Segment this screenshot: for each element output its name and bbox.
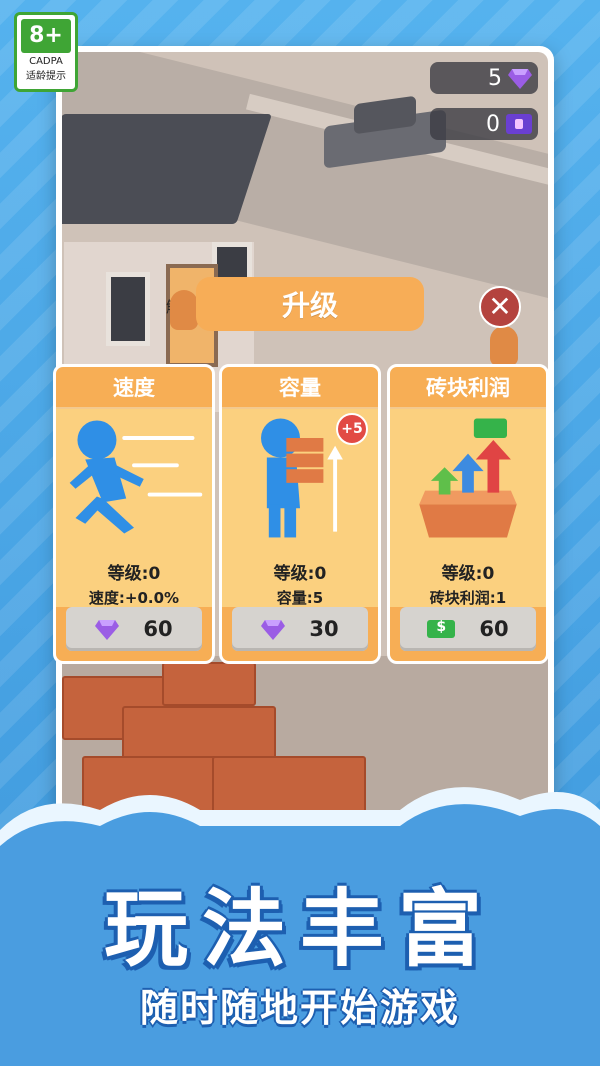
- card-body: 等级:0 速度:+0.0%: [56, 409, 212, 607]
- buy-speed-button[interactable]: 60: [66, 607, 202, 651]
- age-rating: 8+: [21, 19, 71, 53]
- price-label: 60: [479, 617, 509, 641]
- card-body: +5 等级:0 容量:5: [222, 409, 378, 607]
- parked-car: [324, 95, 446, 169]
- card-level: 等级:0: [273, 564, 327, 584]
- brick-profit-icon: [419, 418, 517, 538]
- price-label: 60: [143, 617, 173, 641]
- upgrade-card-capacity: 容量 +5 等级:0 容量:5 30: [219, 364, 381, 664]
- age-rating-org: CADPA: [29, 56, 63, 67]
- card-body: 等级:0 砖块利润:1: [390, 409, 546, 607]
- gem-counter: 5: [430, 62, 538, 94]
- card-level: 等级:0: [441, 564, 495, 584]
- card-stat: 速度:+0.0%: [88, 589, 180, 607]
- close-button[interactable]: ✕: [479, 286, 521, 328]
- upgrade-card-brick-profit: 砖块利润 等级:0 砖块利润:1 60: [387, 364, 549, 664]
- card-stat: 砖块利润:1: [429, 589, 507, 607]
- age-rating-tip: 适龄提示: [26, 71, 66, 82]
- capacity-bonus-badge: +5: [336, 413, 368, 445]
- promo-subline: 随时随地开始游戏: [139, 986, 460, 1030]
- buy-capacity-button[interactable]: 30: [232, 607, 368, 651]
- worker-character: [490, 326, 518, 366]
- age-rating-badge: 8+ CADPA 适龄提示: [14, 12, 78, 92]
- house-window: [106, 272, 150, 346]
- gem-icon: [261, 620, 286, 640]
- gem-count: 5: [488, 65, 502, 91]
- upgrade-card-speed: 速度 等级:0 速度:+0.0% 60: [53, 364, 215, 664]
- card-header: 容量: [222, 367, 378, 409]
- buy-brick-profit-button[interactable]: 60: [400, 607, 536, 651]
- cash-icon: [427, 619, 456, 638]
- running-figure-icon: [69, 420, 203, 534]
- card-level: 等级:0: [107, 564, 161, 584]
- card-header: 砖块利润: [390, 367, 546, 409]
- upgrade-title: 升级: [196, 277, 424, 331]
- ticket-counter: 0: [430, 108, 538, 140]
- house-roof: [62, 114, 272, 224]
- worker-character: [170, 290, 198, 330]
- card-header: 速度: [56, 367, 212, 409]
- brick: [162, 662, 256, 706]
- gem-icon: [95, 620, 120, 640]
- ticket-icon: [506, 114, 532, 134]
- promo-headline: 玩法丰富: [103, 880, 496, 978]
- price-label: 30: [309, 617, 339, 641]
- ticket-count: 0: [486, 111, 500, 137]
- card-stat: 容量:5: [276, 589, 324, 607]
- gem-icon: [508, 69, 532, 89]
